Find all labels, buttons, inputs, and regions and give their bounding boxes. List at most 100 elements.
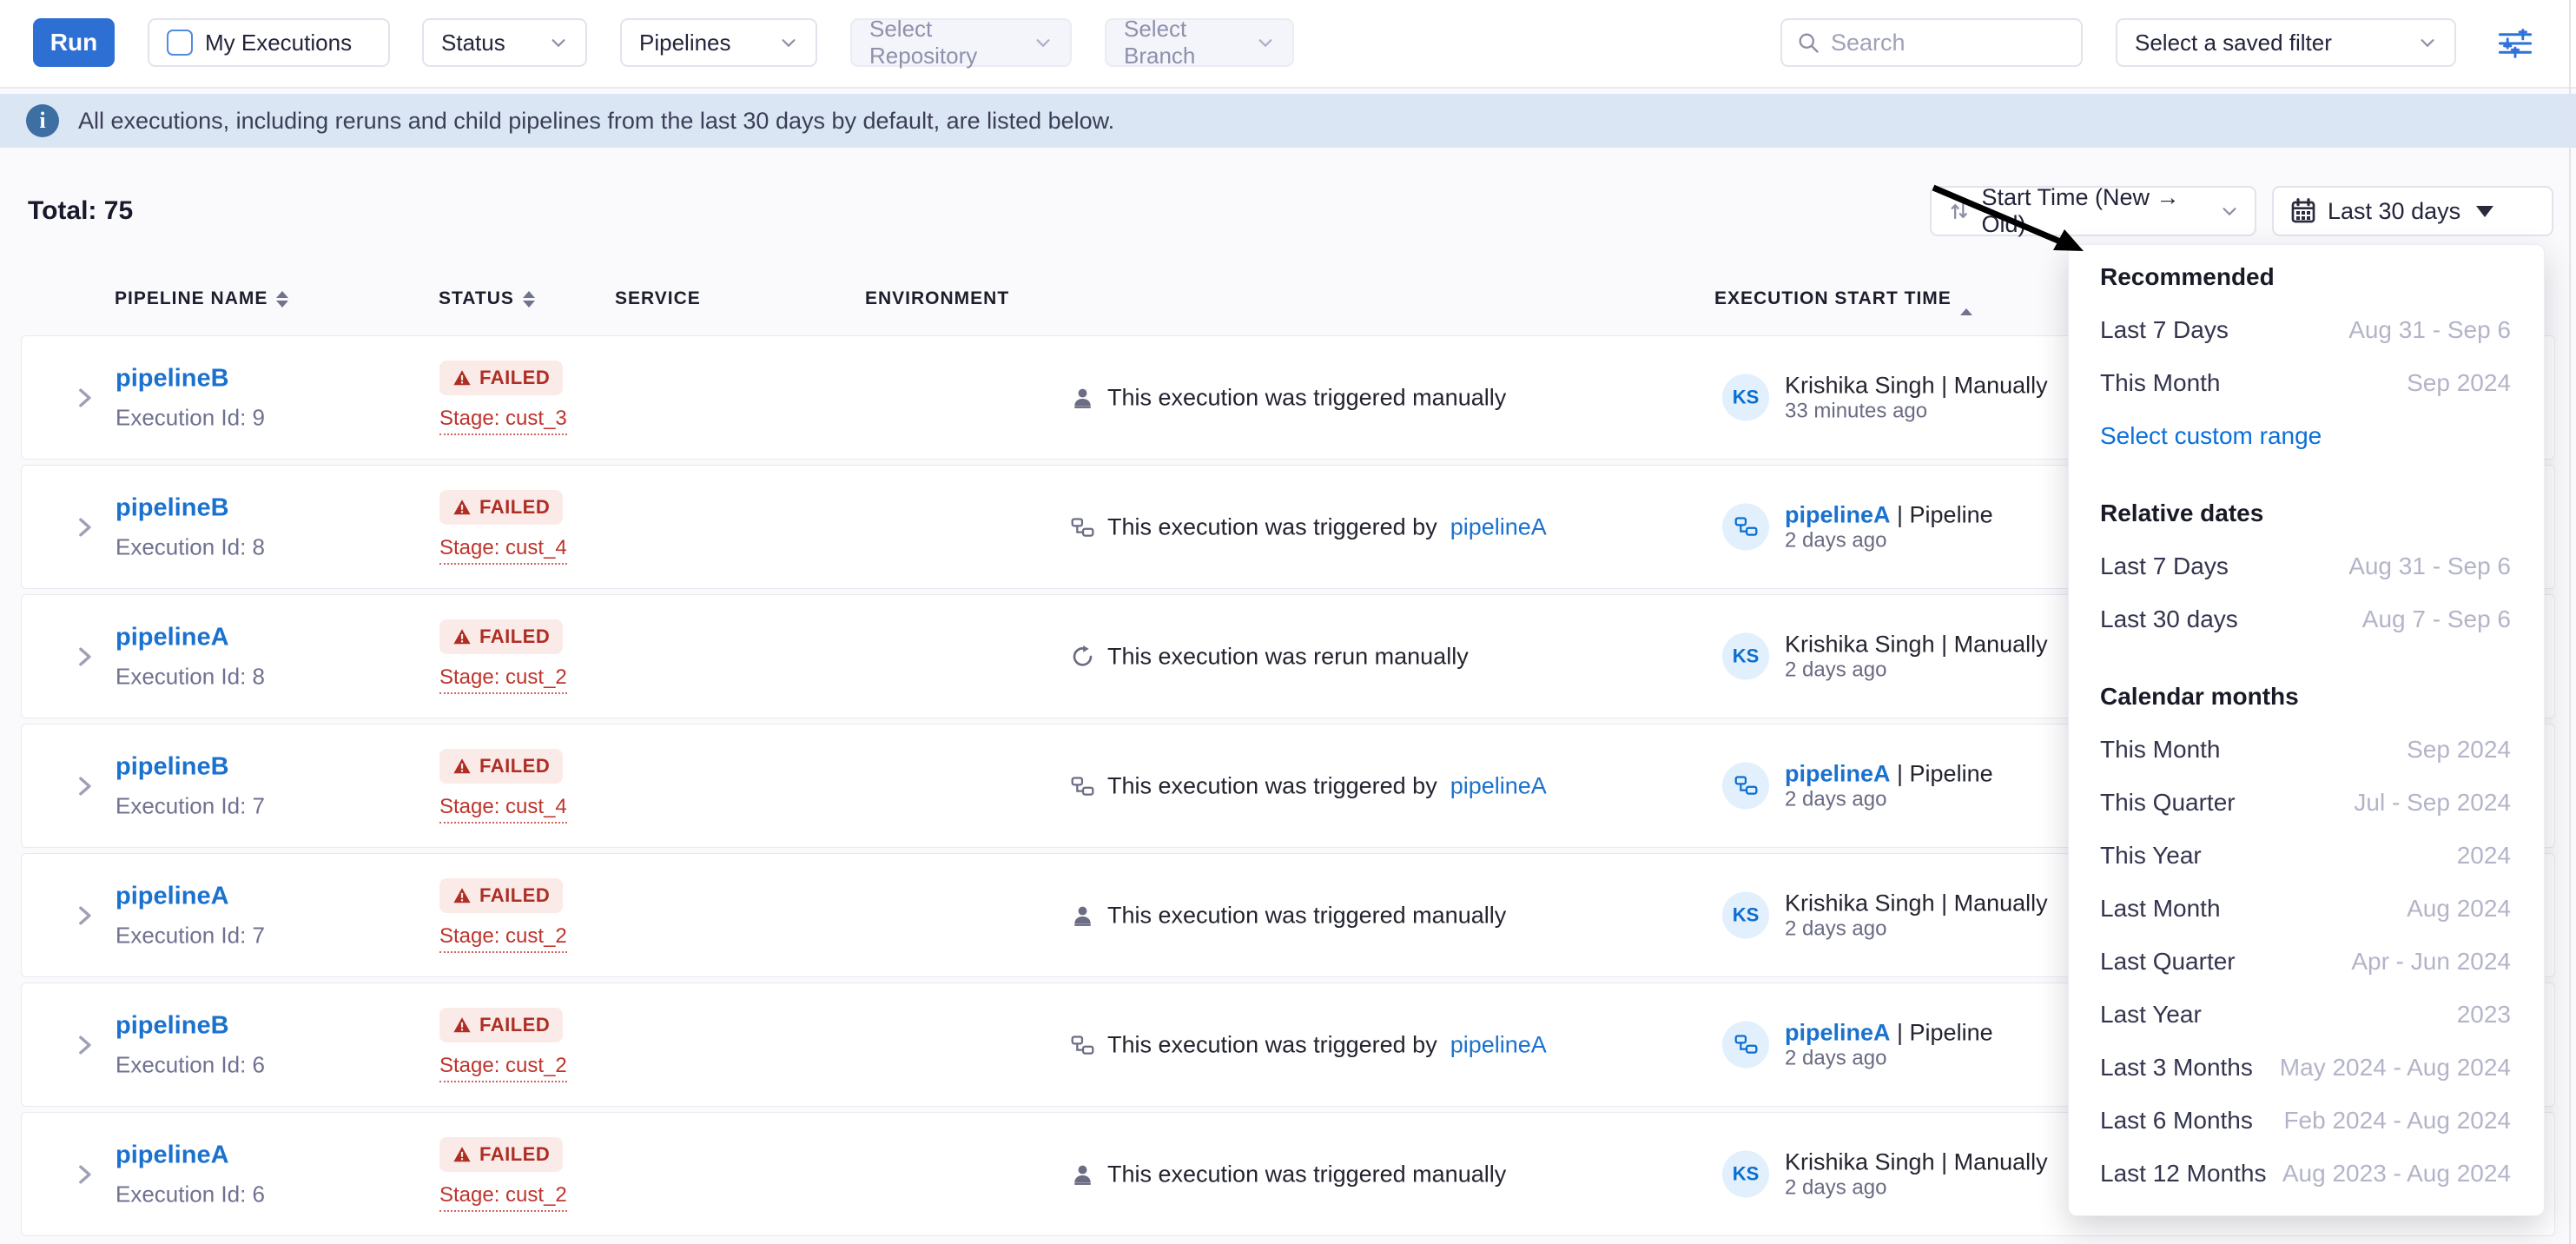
sort-asc-icon: [1960, 288, 1972, 309]
trigger-info: This execution was triggered manually: [1071, 1161, 1506, 1188]
chevron-right-icon: [72, 645, 96, 669]
pipeline-name-link[interactable]: pipelineA: [116, 882, 229, 910]
menu-item-last-12-months[interactable]: Last 12 MonthsAug 2023 - Aug 2024: [2100, 1147, 2511, 1200]
chevron-right-icon: [72, 774, 96, 798]
search-placeholder: Search: [1831, 30, 1906, 56]
row-expand-chevron[interactable]: [67, 510, 102, 545]
column-header-pipeline-name[interactable]: PIPELINE NAME: [115, 288, 288, 309]
column-header-label: EXECUTION START TIME: [1714, 288, 1952, 309]
column-header-label: PIPELINE NAME: [115, 288, 268, 309]
filter-settings-button[interactable]: [2494, 23, 2536, 64]
starter-pipeline-link[interactable]: pipelineA: [1785, 501, 1891, 527]
menu-item-date-range: Aug 7 - Sep 6: [2362, 605, 2511, 633]
trigger-pipeline-link[interactable]: pipelineA: [1450, 513, 1547, 540]
menu-item-label: Last Month: [2100, 895, 2221, 923]
pipeline-icon: [1734, 774, 1758, 797]
row-expand-chevron[interactable]: [67, 1157, 102, 1192]
sort-order-dropdown[interactable]: Start Time (New → Old): [1930, 186, 2256, 236]
status-badge: FAILED: [439, 1008, 563, 1042]
search-input[interactable]: Search: [1780, 18, 2083, 67]
status-label: FAILED: [479, 625, 550, 648]
row-expand-chevron[interactable]: [67, 769, 102, 804]
date-range-dropdown[interactable]: Last 30 days: [2272, 186, 2553, 236]
failed-stage-link[interactable]: Stage: cust_4: [439, 795, 567, 824]
status-label: FAILED: [479, 1014, 550, 1036]
started-by-line: pipelineA | Pipeline: [1785, 501, 1993, 527]
my-executions-checkbox[interactable]: [167, 30, 193, 56]
failed-stage-link[interactable]: Stage: cust_2: [439, 924, 567, 953]
column-header-label: SERVICE: [615, 288, 701, 309]
my-executions-filter[interactable]: My Executions: [148, 18, 390, 67]
pipeline-icon: [1734, 1033, 1758, 1056]
execution-id: Execution Id: 7: [116, 922, 265, 949]
menu-item-this-year[interactable]: This Year2024: [2100, 829, 2511, 882]
pipeline-name-link[interactable]: pipelineB: [116, 364, 229, 393]
branch-filter-dropdown[interactable]: Select Branch: [1105, 18, 1294, 67]
failed-stage-link[interactable]: Stage: cust_2: [439, 665, 567, 694]
column-header-execution-start-time[interactable]: EXECUTION START TIME: [1714, 288, 1972, 309]
started-time: 2 days ago: [1785, 658, 2048, 682]
user-icon: [1071, 386, 1094, 409]
menu-item-this-quarter[interactable]: This QuarterJul - Sep 2024: [2100, 776, 2511, 829]
pipeline-name-link[interactable]: pipelineB: [116, 1011, 229, 1040]
trigger-info: This execution was triggered manually: [1071, 384, 1506, 411]
menu-item-this-month[interactable]: This MonthSep 2024: [2100, 723, 2511, 776]
info-banner: i All executions, including reruns and c…: [0, 94, 2576, 148]
menu-item-select-custom-range[interactable]: Select custom range: [2100, 409, 2511, 462]
menu-item-date-range: May 2024 - Aug 2024: [2280, 1054, 2511, 1082]
started-by-line: Krishika Singh | Manually: [1785, 631, 2048, 657]
chevron-right-icon: [72, 386, 96, 410]
avatar: [1722, 762, 1769, 809]
trigger-text: This execution was triggered manually: [1107, 1161, 1506, 1188]
sort-both-icon: [523, 291, 535, 308]
menu-item-label: Last 30 days: [2100, 605, 2238, 633]
trigger-text: This execution was rerun manually: [1107, 643, 1469, 670]
pipeline-name-link[interactable]: pipelineA: [116, 1141, 229, 1169]
menu-item-label: Last 12 Months: [2100, 1160, 2266, 1188]
avatar: [1722, 503, 1769, 550]
starter-pipeline-link[interactable]: pipelineA: [1785, 1019, 1891, 1045]
menu-item-last-quarter[interactable]: Last QuarterApr - Jun 2024: [2100, 935, 2511, 988]
started-time: 2 days ago: [1785, 916, 2048, 941]
menu-item-last-year[interactable]: Last Year2023: [2100, 988, 2511, 1041]
failed-stage-link[interactable]: Stage: cust_2: [439, 1054, 567, 1082]
menu-item-date-range: Aug 31 - Sep 6: [2348, 316, 2511, 344]
row-expand-chevron[interactable]: [67, 898, 102, 933]
repository-filter-dropdown[interactable]: Select Repository: [850, 18, 1072, 67]
row-expand-chevron[interactable]: [67, 380, 102, 415]
user-icon: [1071, 1162, 1094, 1186]
menu-item-label: Last 7 Days: [2100, 553, 2229, 580]
pipelines-filter-dropdown[interactable]: Pipelines: [620, 18, 817, 67]
pipeline-name-link[interactable]: pipelineB: [116, 493, 229, 522]
menu-item-last-3-months[interactable]: Last 3 MonthsMay 2024 - Aug 2024: [2100, 1041, 2511, 1094]
menu-item-last-30-days[interactable]: Last 30 days Aug 7 - Sep 6: [2100, 592, 2511, 645]
column-header-label: STATUS: [439, 288, 514, 309]
trigger-pipeline-link[interactable]: pipelineA: [1450, 772, 1547, 799]
execution-id: Execution Id: 8: [116, 663, 265, 690]
trigger-pipeline-link[interactable]: pipelineA: [1450, 1031, 1547, 1058]
row-expand-chevron[interactable]: [67, 639, 102, 674]
pipeline-name-link[interactable]: pipelineB: [116, 752, 229, 781]
failed-stage-link[interactable]: Stage: cust_4: [439, 536, 567, 565]
run-button[interactable]: Run: [33, 18, 115, 67]
total-count: Total: 75: [28, 196, 133, 226]
status-filter-dropdown[interactable]: Status: [422, 18, 587, 67]
menu-item-last-7-days[interactable]: Last 7 DaysAug 31 - Sep 6: [2100, 539, 2511, 592]
saved-filter-dropdown[interactable]: Select a saved filter: [2116, 18, 2456, 67]
menu-section-title: Calendar months: [2100, 670, 2511, 723]
menu-item-last-6-months[interactable]: Last 6 MonthsFeb 2024 - Aug 2024: [2100, 1094, 2511, 1147]
row-expand-chevron[interactable]: [67, 1028, 102, 1062]
failed-stage-link[interactable]: Stage: cust_2: [439, 1183, 567, 1212]
pipeline-name-link[interactable]: pipelineA: [116, 623, 229, 652]
column-header-status[interactable]: STATUS: [439, 288, 535, 309]
trigger-info: This execution was triggered manually: [1071, 902, 1506, 929]
menu-item-last-7-days[interactable]: Last 7 DaysAug 31 - Sep 6: [2100, 303, 2511, 356]
execution-id: Execution Id: 6: [116, 1051, 265, 1078]
failed-stage-link[interactable]: Stage: cust_3: [439, 407, 567, 435]
status-badge: FAILED: [439, 490, 563, 525]
pipelines-filter-label: Pipelines: [639, 30, 731, 56]
page-right-border: [2569, 0, 2571, 1244]
menu-item-this-month[interactable]: This MonthSep 2024: [2100, 356, 2511, 409]
starter-pipeline-link[interactable]: pipelineA: [1785, 760, 1891, 786]
menu-item-last-month[interactable]: Last MonthAug 2024: [2100, 882, 2511, 935]
